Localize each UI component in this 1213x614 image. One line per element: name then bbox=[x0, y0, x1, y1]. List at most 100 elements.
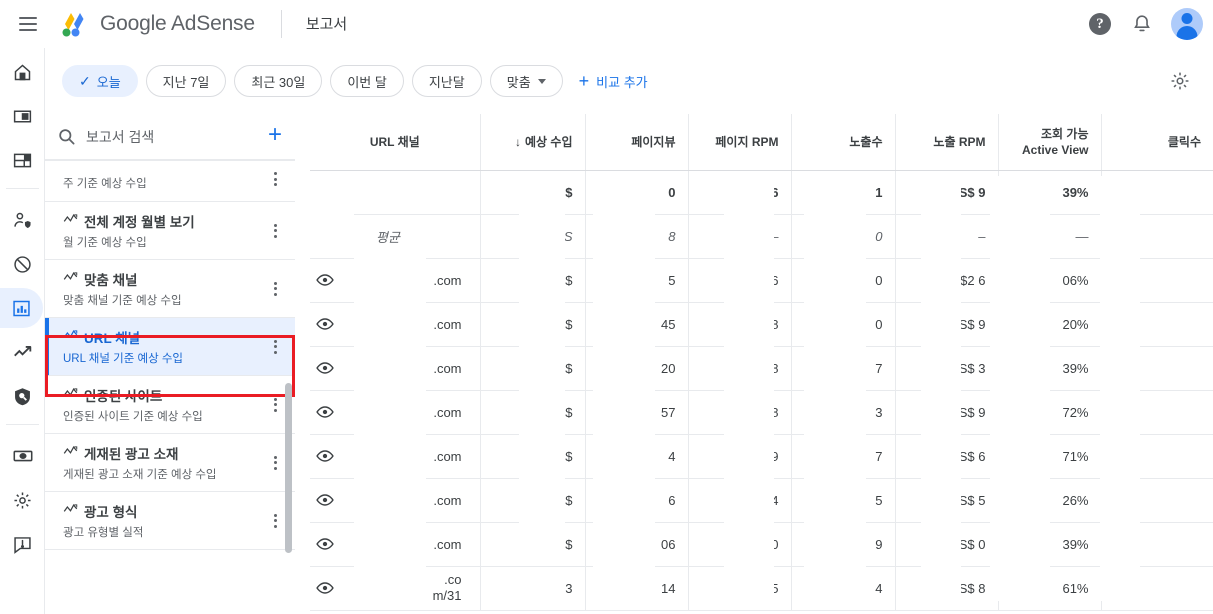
help-icon[interactable]: ? bbox=[1087, 11, 1113, 37]
cell-url-channel-label: 전체 bbox=[340, 183, 468, 202]
left-nav-rail bbox=[0, 48, 45, 614]
list-item[interactable]: 인증된 사이트 인증된 사이트 기준 예상 수입 bbox=[45, 376, 295, 434]
eye-icon[interactable] bbox=[310, 490, 340, 510]
cell-impression-rpm: US$ 8 bbox=[895, 566, 998, 610]
list-item-menu-button[interactable] bbox=[270, 452, 281, 474]
cell-clicks bbox=[1101, 434, 1213, 478]
table-row[interactable]: 평균US8 —0 –— bbox=[310, 214, 1213, 258]
list-item-menu-button[interactable] bbox=[270, 168, 281, 190]
eye-icon[interactable] bbox=[310, 182, 340, 202]
sidebar-item-blocking-controls[interactable] bbox=[2, 244, 43, 284]
sidebar-item-reports[interactable] bbox=[0, 288, 43, 328]
cell-est-earnings: US$ bbox=[480, 390, 585, 434]
list-item[interactable]: 전체 계정 월별 보기 월 기준 예상 수입 bbox=[45, 202, 295, 260]
date-chip-last-30-days[interactable]: 최근 30일 bbox=[234, 65, 322, 97]
table-row[interactable]: .com/31US$0.0314US$1.854US$ 861% bbox=[310, 566, 1213, 610]
column-header-url-channel[interactable]: URL 채널 bbox=[310, 114, 480, 170]
add-comparison-button[interactable]: + 비교 추가 bbox=[579, 72, 648, 91]
search-input[interactable] bbox=[86, 129, 267, 145]
report-chart-icon bbox=[63, 503, 78, 519]
eye-icon[interactable] bbox=[310, 446, 340, 466]
cell-page-rpm: US 76 bbox=[688, 170, 791, 214]
cell-pageviews: 5 bbox=[585, 258, 688, 302]
table-row[interactable]: .comUS$45US$ 880US$ 920% bbox=[310, 302, 1213, 346]
sidebar-item-brand-safety[interactable] bbox=[2, 376, 43, 416]
date-chip-label: 오늘 bbox=[97, 72, 121, 91]
list-item-menu-button[interactable] bbox=[270, 220, 281, 242]
sidebar-item-ads[interactable] bbox=[2, 96, 43, 136]
sidebar-item-sites[interactable] bbox=[2, 140, 43, 180]
column-header-impressions[interactable]: 노출수 bbox=[791, 114, 895, 170]
hamburger-icon[interactable] bbox=[4, 0, 52, 48]
cell-page-rpm: US$ 88 bbox=[688, 302, 791, 346]
eye-icon[interactable] bbox=[310, 358, 340, 378]
sidebar-item-payments[interactable] bbox=[2, 436, 43, 476]
list-item-subtitle: 맞춤 채널 기준 예상 수입 bbox=[63, 292, 255, 308]
rail-divider-1 bbox=[6, 188, 39, 189]
cell-url-channel-label: .com bbox=[340, 537, 468, 552]
sidebar-item-optimization[interactable] bbox=[2, 332, 43, 372]
column-header-pageviews[interactable]: 페이지뷰 bbox=[585, 114, 688, 170]
column-header-clicks[interactable]: 클릭수 bbox=[1101, 114, 1213, 170]
check-icon: ✓ bbox=[79, 73, 91, 90]
cell-url-channel: .com bbox=[310, 522, 480, 566]
header-divider bbox=[281, 10, 282, 38]
sidebar-scrollbar[interactable] bbox=[285, 383, 292, 553]
cell-impressions: 0 bbox=[791, 214, 895, 258]
cell-active-view-viewable: 71% bbox=[998, 434, 1101, 478]
table-row[interactable]: 전체US$0US 761US$ 939% bbox=[310, 170, 1213, 214]
add-comparison-label: 비교 추가 bbox=[596, 72, 647, 91]
list-item[interactable]: 광고 형식 광고 유형별 실적 bbox=[45, 492, 295, 550]
column-header-impression-rpm[interactable]: 노출 RPM bbox=[895, 114, 998, 170]
sidebar-item-home[interactable] bbox=[2, 52, 43, 92]
list-item[interactable]: 맞춤 채널 맞춤 채널 기준 예상 수입 bbox=[45, 260, 295, 318]
list-item-menu-button[interactable] bbox=[270, 394, 281, 416]
sidebar-item-url-channels[interactable]: URL 채널 URL 채널 기준 예상 수입 bbox=[45, 318, 295, 376]
eye-icon[interactable] bbox=[310, 534, 340, 554]
cell-page-rpm: — bbox=[688, 214, 791, 258]
report-chart-icon bbox=[63, 445, 78, 461]
search-icon bbox=[57, 127, 76, 146]
sidebar-item-privacy-messaging[interactable] bbox=[2, 200, 43, 240]
list-item[interactable]: 게재된 광고 소재 게재된 광고 소재 기준 예상 수입 bbox=[45, 434, 295, 492]
header-actions: ? bbox=[1087, 0, 1203, 48]
table-row[interactable]: .comUS$57US 183US$ 972% bbox=[310, 390, 1213, 434]
sidebar-item-account[interactable] bbox=[2, 480, 43, 520]
column-header-est-earnings[interactable]: ↓예상 수입 bbox=[480, 114, 585, 170]
table-row[interactable]: .comUS$6US$ 045US$ 526% bbox=[310, 478, 1213, 522]
cell-est-earnings: US$ bbox=[480, 346, 585, 390]
date-chip-custom[interactable]: 맞춤 bbox=[490, 65, 563, 97]
avatar[interactable] bbox=[1171, 8, 1203, 40]
eye-icon[interactable] bbox=[310, 270, 340, 290]
date-chip-today[interactable]: ✓ 오늘 bbox=[62, 65, 138, 97]
brand[interactable]: Google AdSense bbox=[60, 11, 255, 37]
table-row[interactable]: .comUS$4US$ 797US$ 671% bbox=[310, 434, 1213, 478]
cell-est-earnings: US bbox=[480, 214, 585, 258]
gear-icon[interactable] bbox=[1169, 70, 1191, 97]
date-chip-last-7-days[interactable]: 지난 7일 bbox=[146, 65, 227, 97]
date-chip-last-month[interactable]: 지난달 bbox=[412, 65, 482, 97]
cell-page-rpm: US$ 48 bbox=[688, 346, 791, 390]
list-item-menu-button[interactable] bbox=[270, 336, 281, 358]
eye-icon[interactable] bbox=[310, 314, 340, 334]
report-list[interactable]: 주 기준 예상 수입 전체 계정 월별 보기 월 기준 예상 수입 bbox=[45, 160, 295, 614]
cell-url-channel: .com bbox=[310, 478, 480, 522]
cell-url-channel: .com bbox=[310, 390, 480, 434]
table-row[interactable]: .comUS$06US 809US$ 039% bbox=[310, 522, 1213, 566]
table-row[interactable]: .comUS$20US$ 487US$ 339% bbox=[310, 346, 1213, 390]
eye-icon[interactable] bbox=[310, 402, 340, 422]
list-item-title-row: URL 채널 bbox=[63, 327, 255, 347]
cell-page-rpm: US$1.85 bbox=[688, 566, 791, 610]
column-header-active-view-viewable[interactable]: 조회 가능 Active View bbox=[998, 114, 1101, 170]
list-item[interactable]: 주 기준 예상 수입 bbox=[45, 160, 295, 202]
bell-icon[interactable] bbox=[1129, 11, 1155, 37]
list-item-menu-button[interactable] bbox=[270, 510, 281, 532]
list-item-menu-button[interactable] bbox=[270, 278, 281, 300]
sidebar-item-feedback[interactable] bbox=[2, 524, 43, 564]
date-chip-this-month[interactable]: 이번 달 bbox=[330, 65, 404, 97]
add-report-button[interactable]: + bbox=[267, 124, 283, 150]
table-row[interactable]: .comUS$5US$ 860US$2 606% bbox=[310, 258, 1213, 302]
cell-pageviews: 45 bbox=[585, 302, 688, 346]
column-header-page-rpm[interactable]: 페이지 RPM bbox=[688, 114, 791, 170]
eye-icon[interactable] bbox=[310, 578, 340, 598]
